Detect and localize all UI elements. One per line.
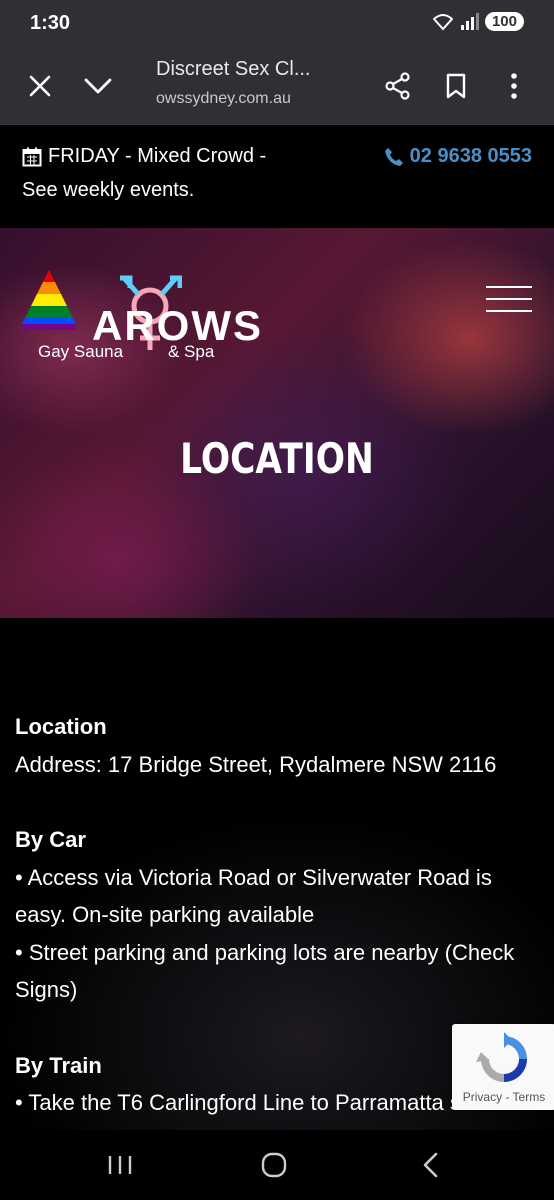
menu-line <box>486 310 532 312</box>
share-button[interactable] <box>374 62 422 110</box>
event-notice[interactable]: FRIDAY - Mixed Crowd - <box>22 145 266 168</box>
phone-number: 02 9638 0553 <box>409 145 532 167</box>
address-text: Address: 17 Bridge Street, Rydalmere NSW… <box>15 751 497 777</box>
bookmark-icon <box>446 73 466 99</box>
recents-button[interactable] <box>90 1144 150 1186</box>
menu-line <box>486 298 532 300</box>
site-topbar: FRIDAY - Mixed Crowd - See weekly events… <box>0 124 554 228</box>
system-nav-bar <box>0 1130 554 1200</box>
recents-icon <box>108 1156 132 1174</box>
rainbow-triangle-icon <box>22 270 76 330</box>
by-car-heading: By Car <box>15 827 86 852</box>
home-button[interactable] <box>244 1144 304 1186</box>
status-time: 1:30 <box>30 12 71 34</box>
hamburger-menu-button[interactable] <box>486 284 532 314</box>
status-bar: 1:30 100 <box>0 0 554 48</box>
page-title: Discreet Sex Cl... <box>156 58 311 80</box>
status-icons: 100 <box>432 12 524 31</box>
calendar-icon <box>22 147 42 166</box>
hero-banner: AROWS Gay Sauna & Spa LOCATION <box>0 228 554 618</box>
page-url: owssydney.com.au <box>156 90 291 107</box>
recaptcha-links[interactable]: Privacy - Terms <box>452 1090 554 1104</box>
close-icon <box>29 75 51 97</box>
browser-toolbar: Discreet Sex Cl... owssydney.com.au <box>0 48 554 124</box>
battery-badge: 100 <box>484 12 524 31</box>
site-logo[interactable]: AROWS Gay Sauna & Spa <box>20 250 261 361</box>
menu-line <box>486 286 532 288</box>
phone-icon <box>384 147 403 166</box>
location-heading: Location <box>15 714 107 739</box>
event-text: FRIDAY - Mixed Crowd - <box>48 145 267 167</box>
car-item: • Street parking and parking lots are ne… <box>15 939 515 1003</box>
recaptcha-badge[interactable]: Privacy - Terms <box>452 1024 554 1110</box>
back-button[interactable] <box>400 1144 460 1186</box>
signal-icon <box>460 12 479 30</box>
more-vertical-icon <box>511 73 517 99</box>
more-options-button[interactable] <box>490 62 538 110</box>
minimize-button[interactable] <box>74 62 122 110</box>
bookmark-button[interactable] <box>432 62 480 110</box>
weekly-events-link[interactable]: See weekly events. <box>22 179 194 202</box>
wifi-icon <box>432 13 453 30</box>
logo-subtitle-right: & Spa <box>168 342 215 361</box>
hero-heading: LOCATION <box>180 434 374 483</box>
car-item: • Access via Victoria Road or Silverwate… <box>15 864 492 928</box>
recaptcha-icon <box>476 1032 527 1082</box>
back-arrow-icon <box>423 1152 438 1178</box>
chevron-down-icon <box>84 78 112 94</box>
close-tab-button[interactable] <box>16 62 64 110</box>
share-icon <box>385 72 410 100</box>
home-icon <box>261 1152 287 1178</box>
phone-link[interactable]: 02 9638 0553 <box>384 145 532 168</box>
logo-subtitle-left: Gay Sauna <box>38 342 124 361</box>
